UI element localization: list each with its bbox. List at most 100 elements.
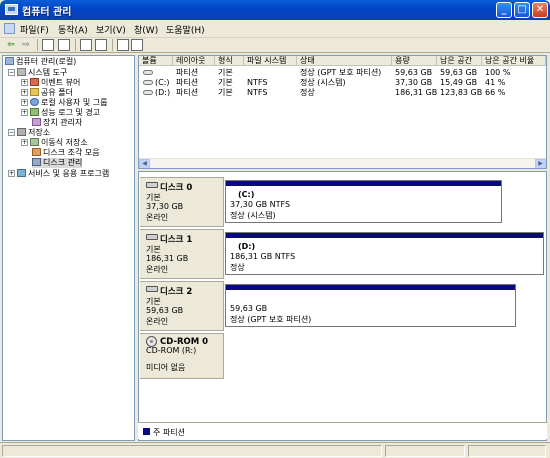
tree-item-storage[interactable]: − 저장소 xyxy=(8,128,50,138)
volume-status: 정상 (GPT 보호 파티션) xyxy=(300,68,382,77)
up-folder-icon[interactable] xyxy=(42,39,54,51)
scroll-left-icon[interactable]: ◀ xyxy=(139,159,150,168)
show-hide-tree-icon[interactable] xyxy=(58,39,70,51)
device-manager-icon xyxy=(32,118,41,126)
volume-type: 기본 xyxy=(218,78,233,87)
shared-folder-icon xyxy=(30,88,39,96)
partition-gpt[interactable]: 59,63 GB 정상 (GPT 보호 파티션) xyxy=(225,284,516,327)
partition-size: 37,30 GB NTFS xyxy=(230,200,291,209)
partition-status: 정상 xyxy=(230,263,245,272)
computer-icon xyxy=(5,57,14,65)
tree-item-root[interactable]: 컴퓨터 관리(로컬) xyxy=(5,57,76,67)
menu-help[interactable]: 도움말(H) xyxy=(166,23,205,36)
volume-layout: 파티션 xyxy=(176,78,199,87)
status-panel xyxy=(385,445,465,457)
tools-icon xyxy=(17,68,26,76)
tree-item-disk-management[interactable]: 디스크 관리 xyxy=(32,158,83,168)
tree-item-event-viewer[interactable]: + 이벤트 뷰어 xyxy=(21,78,80,88)
tree-item-system-tools[interactable]: − 시스템 도구 xyxy=(8,68,67,78)
expand-icon[interactable]: + xyxy=(21,99,28,106)
volume-filesystem: NTFS xyxy=(247,88,268,97)
expand-icon[interactable]: + xyxy=(8,170,15,177)
volume-free-percent: 66 % xyxy=(485,88,506,97)
partition-status: 정상 (GPT 보호 파티션) xyxy=(230,315,312,324)
disk-name: 디스크 1 xyxy=(160,235,193,245)
column-header-free-percent[interactable]: 남은 공간 비율 xyxy=(482,56,546,66)
disk-size: 59,63 GB xyxy=(146,306,184,315)
column-header-status[interactable]: 상태 xyxy=(297,56,392,66)
primary-partition-swatch xyxy=(143,428,150,435)
partition-label: (C:) xyxy=(238,190,255,199)
tree-item-shared-folders[interactable]: + 공유 폴더 xyxy=(21,88,73,98)
services-icon xyxy=(17,169,26,177)
partition-label: (D:) xyxy=(238,242,256,251)
column-header-type[interactable]: 형식 xyxy=(215,56,244,66)
forward-icon[interactable]: ⇨ xyxy=(20,39,32,51)
help-icon[interactable] xyxy=(95,39,107,51)
volume-status: 정상 (시스템) xyxy=(300,78,346,87)
column-header-capacity[interactable]: 용량 xyxy=(392,56,437,66)
computer-management-icon xyxy=(5,4,18,15)
menu-window[interactable]: 창(W) xyxy=(134,23,158,36)
tree-item-local-users[interactable]: + 로컬 사용자 및 그룹 xyxy=(21,98,108,108)
disk-status: 온라인 xyxy=(146,213,169,222)
partition-c[interactable]: (C:) 37,30 GB NTFS 정상 (시스템) xyxy=(225,180,502,223)
app-menu-icon[interactable] xyxy=(4,23,15,34)
column-header-free-space[interactable]: 남은 공간 xyxy=(437,56,482,66)
export-list-icon[interactable] xyxy=(131,39,143,51)
volume-name[interactable]: (D:) xyxy=(155,88,173,97)
expand-icon[interactable]: + xyxy=(21,139,28,146)
expand-icon[interactable]: + xyxy=(21,109,28,116)
primary-partition-bar xyxy=(226,233,543,238)
console-tree: 컴퓨터 관리(로컬) − 시스템 도구 + 이벤트 뷰어 + 공유 폴더 + 로컬 사용… xyxy=(2,55,135,441)
volume-filesystem: NTFS xyxy=(247,78,268,87)
maximize-button[interactable]: □ xyxy=(514,2,530,18)
volume-capacity: 59,63 GB xyxy=(395,68,433,77)
volume-free-space: 123,83 GB xyxy=(440,88,482,97)
partition-size: 186,31 GB NTFS xyxy=(230,252,296,261)
refresh-icon[interactable] xyxy=(117,39,129,51)
column-header-volume[interactable]: 볼륨 xyxy=(139,56,173,66)
volume-list: 볼륨 레이아웃 형식 파일 시스템 상태 용량 남은 공간 남은 공간 비율 파… xyxy=(138,55,547,169)
disk-status: 온라인 xyxy=(146,265,169,274)
disk-0-info[interactable]: 디스크 0 기본 37,30 GB 온라인 xyxy=(140,177,224,227)
performance-icon xyxy=(30,108,39,116)
disk-1-info[interactable]: 디스크 1 기본 186,31 GB 온라인 xyxy=(140,229,224,279)
horizontal-scrollbar[interactable]: ◀ ▶ xyxy=(139,158,546,168)
back-icon[interactable]: ⇦ xyxy=(5,39,17,51)
volume-icon xyxy=(143,70,153,75)
volume-layout: 파티션 xyxy=(176,88,199,97)
minimize-button[interactable]: _ xyxy=(496,2,512,18)
tree-item-defrag[interactable]: 디스크 조각 모음 xyxy=(32,148,100,158)
scroll-right-icon[interactable]: ▶ xyxy=(535,159,546,168)
volume-type: 기본 xyxy=(218,68,233,77)
partition-size: 59,63 GB xyxy=(230,304,268,313)
volume-name[interactable]: (C:) xyxy=(155,78,173,87)
volume-type: 기본 xyxy=(218,88,233,97)
volume-layout: 파티션 xyxy=(176,68,199,77)
partition-d[interactable]: (D:) 186,31 GB NTFS 정상 xyxy=(225,232,544,275)
expand-icon[interactable]: + xyxy=(21,79,28,86)
volume-name[interactable] xyxy=(155,68,173,77)
collapse-icon[interactable]: − xyxy=(8,129,15,136)
volume-free-percent: 41 % xyxy=(485,78,506,87)
tree-item-device-manager[interactable]: 장치 관리자 xyxy=(32,118,82,128)
column-header-layout[interactable]: 레이아웃 xyxy=(173,56,215,66)
menu-action[interactable]: 동작(A) xyxy=(58,23,88,36)
column-header-filesystem[interactable]: 파일 시스템 xyxy=(244,56,297,66)
tree-item-removable-storage[interactable]: + 이동식 저장소 xyxy=(21,138,88,148)
properties-icon[interactable] xyxy=(80,39,92,51)
volume-free-percent: 100 % xyxy=(485,68,511,77)
disk-size: 186,31 GB xyxy=(146,254,189,263)
toolbar: ⇦ ⇨ xyxy=(0,38,550,53)
close-button[interactable]: ✕ xyxy=(532,2,548,18)
disk-2-info[interactable]: 디스크 2 기본 59,63 GB 온라인 xyxy=(140,281,224,331)
tree-item-services[interactable]: + 서비스 및 응용 프로그램 xyxy=(8,169,109,179)
menu-file[interactable]: 파일(F) xyxy=(20,23,49,36)
collapse-icon[interactable]: − xyxy=(8,69,15,76)
expand-icon[interactable]: + xyxy=(21,89,28,96)
tree-item-perf-logs[interactable]: + 성능 로그 및 경고 xyxy=(21,108,100,118)
cdrom-0-info[interactable]: CD-ROM 0 CD-ROM (R:) 미디어 없음 xyxy=(140,333,224,379)
disk-icon xyxy=(146,234,158,240)
menu-view[interactable]: 보기(V) xyxy=(96,23,126,36)
